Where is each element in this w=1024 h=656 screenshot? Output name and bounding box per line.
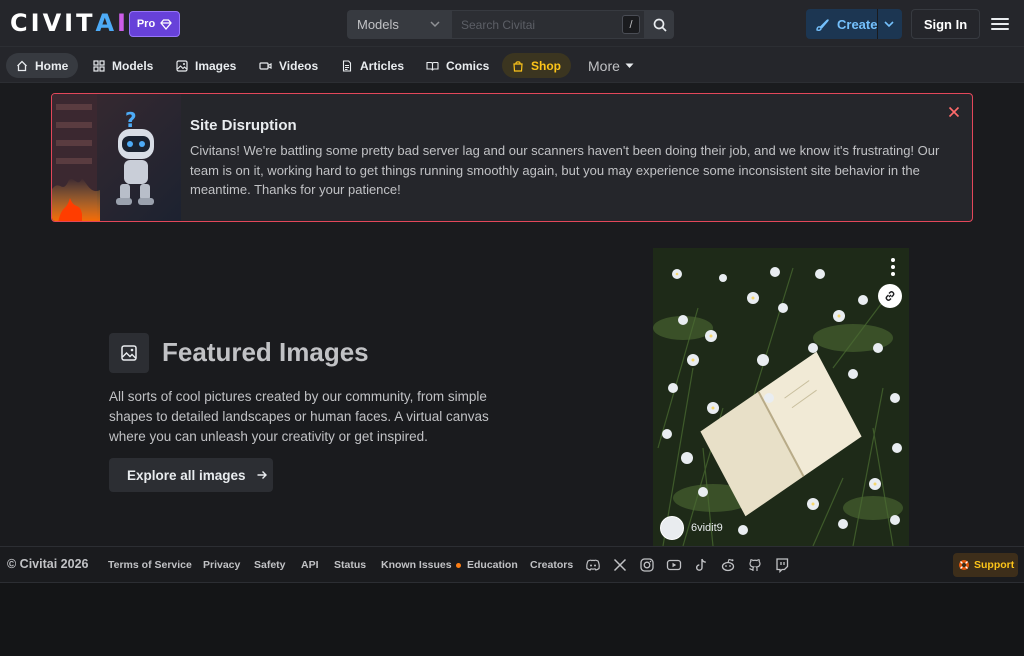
reddit-icon[interactable]: [720, 557, 736, 573]
sign-in-button[interactable]: Sign In: [911, 9, 980, 39]
sign-in-label: Sign In: [923, 16, 968, 32]
book-icon: [426, 61, 439, 71]
grid-icon: [93, 59, 105, 72]
search-input[interactable]: Search Civitai /: [451, 10, 645, 39]
nav-comics-label: Comics: [446, 58, 490, 73]
footer-link-terms[interactable]: Terms of Service: [108, 559, 192, 571]
alert-body: Civitans! We're battling some pretty bad…: [190, 143, 940, 198]
featured-image-card[interactable]: 6vidit9: [653, 248, 909, 546]
nav-more[interactable]: More: [588, 58, 634, 74]
shopping-bag-icon: [513, 60, 523, 72]
alert-title: Site Disruption: [190, 117, 297, 134]
x-icon[interactable]: [612, 557, 628, 573]
known-issues-label: Known Issues: [381, 559, 452, 571]
nav-home[interactable]: Home: [6, 53, 79, 78]
site-disruption-alert: ? Site Disruption Civitans! We're battli…: [51, 93, 973, 222]
image-icon: [176, 59, 188, 72]
page-bottom-area: [0, 583, 1024, 656]
status-dot: [455, 562, 461, 568]
more-options-icon[interactable]: [891, 258, 895, 276]
featured-image-icon: [109, 333, 149, 373]
featured-description: All sorts of cool pictures created by ou…: [109, 389, 489, 444]
create-label: Create: [837, 16, 878, 32]
nav-models-label: Models: [112, 58, 154, 73]
nav-shop-label: Shop: [531, 58, 561, 73]
search-category-value: Models: [357, 17, 399, 32]
github-icon[interactable]: [747, 557, 763, 573]
book-flowers-image: [653, 248, 909, 546]
main-nav: Home Models Images Videos Articles Comic…: [0, 47, 1024, 83]
caret-down-icon: [625, 63, 634, 68]
nav-articles-label: Articles: [360, 58, 405, 73]
create-button[interactable]: Create: [806, 9, 902, 39]
nav-shop[interactable]: Shop: [502, 53, 571, 78]
robot-illustration: ?: [52, 94, 181, 221]
footer-link-api[interactable]: API: [301, 559, 319, 571]
nav-videos-label: Videos: [279, 58, 319, 73]
search-icon: [653, 18, 667, 32]
arrow-right-icon: [257, 471, 267, 479]
nav-articles[interactable]: Articles: [331, 53, 414, 78]
top-header: CIVITAI Pro Models Search Civitai / Crea…: [0, 0, 1024, 47]
file-text-icon: [342, 59, 352, 72]
svg-text:?: ?: [125, 108, 137, 132]
explore-label: Explore all images: [127, 467, 246, 483]
search-button[interactable]: [645, 10, 674, 39]
pro-button[interactable]: Pro: [129, 11, 180, 37]
footer-link-creators[interactable]: Creators: [530, 559, 573, 571]
discord-icon[interactable]: [585, 557, 601, 573]
diamond-icon: [160, 18, 173, 30]
nav-comics[interactable]: Comics: [416, 53, 499, 78]
nav-home-label: Home: [35, 58, 69, 73]
featured-title: Featured Images: [162, 337, 369, 367]
footer-link-privacy[interactable]: Privacy: [203, 559, 240, 571]
nav-images[interactable]: Images: [166, 53, 246, 78]
avatar[interactable]: [660, 516, 684, 540]
support-button[interactable]: Support: [953, 553, 1018, 577]
footer-link-safety[interactable]: Safety: [254, 559, 286, 571]
civitai-logo[interactable]: CIVITAI: [10, 10, 127, 36]
card-username[interactable]: 6vidit9: [691, 522, 723, 534]
footer-link-known-issues[interactable]: Known Issues: [381, 559, 461, 571]
nav-models[interactable]: Models: [83, 53, 163, 78]
nav-more-label: More: [588, 58, 620, 74]
tiktok-icon[interactable]: [693, 557, 709, 573]
close-icon[interactable]: [946, 104, 962, 120]
home-icon: [17, 60, 27, 71]
youtube-icon[interactable]: [666, 557, 682, 573]
chevron-down-icon[interactable]: [882, 17, 896, 31]
search-category-select[interactable]: Models: [347, 10, 451, 39]
support-label: Support: [974, 559, 1015, 571]
lifebuoy-icon: [959, 560, 969, 570]
copyright: © Civitai 2026: [7, 557, 89, 571]
nav-videos[interactable]: Videos: [249, 53, 328, 78]
twitch-icon[interactable]: [774, 557, 790, 573]
video-icon: [259, 61, 272, 70]
search-shortcut-key: /: [622, 15, 640, 34]
link-icon[interactable]: [878, 284, 902, 308]
footer-link-education[interactable]: Education: [467, 559, 518, 571]
chevron-down-icon: [430, 21, 440, 28]
brush-icon: [816, 18, 829, 31]
nav-images-label: Images: [195, 58, 237, 73]
pro-label: Pro: [136, 18, 156, 30]
footer-link-status[interactable]: Status: [334, 559, 366, 571]
search-placeholder: Search Civitai: [461, 17, 536, 32]
instagram-icon[interactable]: [639, 557, 655, 573]
footer: © Civitai 2026 Terms of Service Privacy …: [0, 546, 1024, 583]
hamburger-menu-icon[interactable]: [989, 14, 1011, 34]
explore-images-button[interactable]: Explore all images: [109, 458, 273, 492]
